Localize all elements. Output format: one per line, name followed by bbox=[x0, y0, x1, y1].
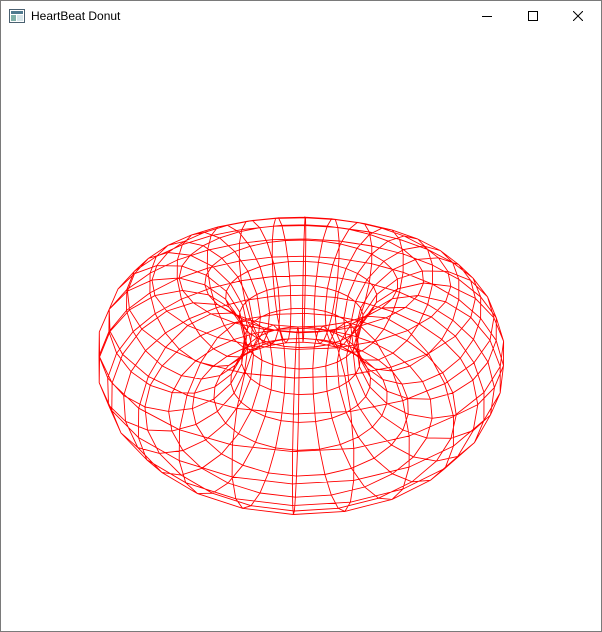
title-bar[interactable]: HeartBeat Donut bbox=[1, 1, 601, 31]
maximize-icon bbox=[528, 11, 538, 21]
torus-mesh-lines bbox=[98, 215, 505, 515]
close-button[interactable] bbox=[555, 1, 601, 31]
window-title: HeartBeat Donut bbox=[31, 9, 121, 23]
torus-wireframe bbox=[98, 215, 505, 515]
minimize-icon bbox=[482, 11, 492, 21]
render-canvas[interactable] bbox=[1, 31, 601, 631]
close-icon bbox=[573, 11, 583, 21]
app-window: HeartBeat Donut bbox=[0, 0, 602, 632]
maximize-button[interactable] bbox=[510, 1, 556, 31]
app-window-icon bbox=[9, 9, 25, 23]
minimize-button[interactable] bbox=[464, 1, 510, 31]
